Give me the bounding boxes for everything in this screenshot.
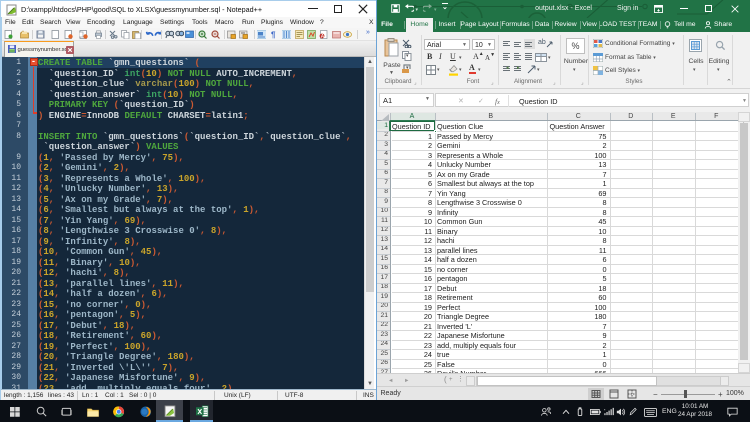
svg-text:¶: ¶ — [271, 31, 276, 40]
svg-text:*: * — [604, 409, 606, 413]
